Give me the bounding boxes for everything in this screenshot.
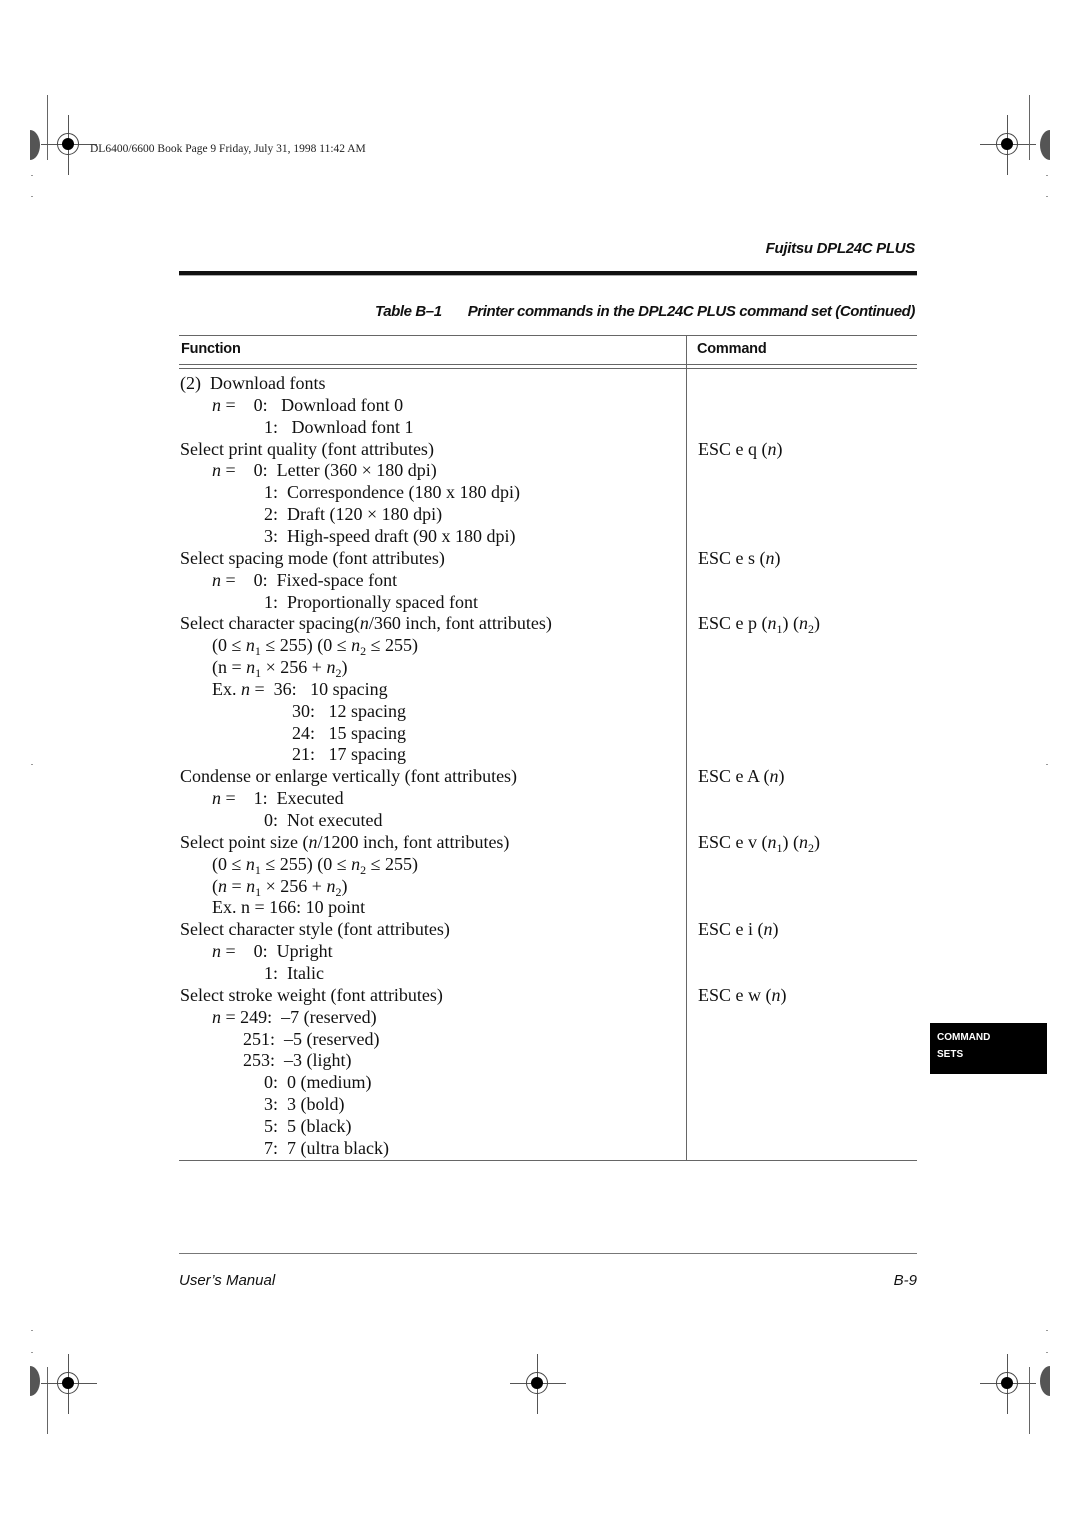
running-header-title: Fujitsu DPL24C PLUS [765, 240, 916, 257]
header-rule-shadow [179, 275, 917, 276]
footer-rule [179, 1253, 917, 1254]
crop-line [47, 1367, 48, 1434]
function-line: 0: 0 (medium) [264, 1072, 372, 1093]
function-line: 1: Correspondence (180 x 180 dpi) [264, 482, 520, 503]
function-line: 1: Proportionally spaced font [264, 591, 478, 612]
section-thumb-tab-line1: COMMAND [937, 1032, 991, 1043]
section-thumb-tab-line2: SETS [937, 1049, 964, 1060]
command-syntax: ESC e q (n) [698, 438, 783, 459]
table-column-divider [686, 335, 687, 1160]
registration-mark-icon [980, 115, 1036, 175]
registration-mark-icon [41, 115, 97, 175]
section-thumb-tab: COMMAND SETS [930, 1023, 1047, 1074]
crop-mark-shade-top-left [30, 130, 40, 160]
print-slug: DL6400/6600 Book Page 9 Friday, July 31,… [90, 143, 366, 155]
function-line: 30: 12 spacing [292, 700, 406, 721]
function-line: Select spacing mode (font attributes) [180, 547, 445, 568]
crop-mark-shade-bottom-left [30, 1366, 40, 1396]
edge-tick [31, 1330, 33, 1331]
footer-page-number: B-9 [893, 1272, 917, 1289]
function-line: (0 ≤ n1 ≤ 255) (0 ≤ n2 ≤ 255) [212, 635, 418, 659]
function-line: n = 0: Upright [212, 941, 333, 962]
function-line: 21: 17 spacing [292, 744, 406, 765]
crop-line [47, 95, 48, 160]
function-line: Ex. n = 36: 10 spacing [212, 678, 388, 699]
function-line: n = 0: Fixed-space font [212, 569, 398, 590]
table-caption-text: Printer commands in the DPL24C PLUS comm… [467, 303, 916, 320]
registration-mark-icon [980, 1354, 1036, 1414]
edge-tick [1046, 175, 1048, 176]
table-caption-number: Table B–1 [374, 303, 442, 320]
function-line: n = 0: Letter (360 × 180 dpi) [212, 460, 437, 481]
function-line: (0 ≤ n1 ≤ 255) (0 ≤ n2 ≤ 255) [212, 853, 418, 877]
function-line: Select character style (font attributes) [180, 919, 450, 940]
column-header-function: Function [181, 341, 241, 357]
function-line: Select point size (n/1200 inch, font att… [180, 831, 510, 852]
function-line: 253: –3 (light) [243, 1050, 352, 1071]
crop-line [1029, 1367, 1030, 1434]
function-line: n = 0: Download font 0 [212, 394, 404, 415]
command-syntax: ESC e p (n1) (n2) [698, 613, 820, 637]
function-line: 2: Draft (120 × 180 dpi) [264, 504, 443, 525]
command-syntax: ESC e A (n) [698, 766, 785, 787]
table-header-rule-double [179, 368, 917, 369]
function-line: 3: 3 (bold) [264, 1094, 345, 1115]
function-line: 251: –5 (reserved) [243, 1028, 380, 1049]
command-syntax: ESC e i (n) [698, 919, 779, 940]
registration-mark-icon [41, 1354, 97, 1414]
crop-mark-shade-bottom-right [1040, 1366, 1050, 1396]
edge-tick [31, 175, 33, 176]
function-line: (2) Download fonts [180, 373, 326, 393]
edge-tick [31, 196, 33, 197]
edge-tick [1046, 1352, 1048, 1353]
function-line: 3: High-speed draft (90 x 180 dpi) [264, 525, 516, 546]
crop-mark-shade-top-right [1040, 130, 1050, 160]
crop-line [1029, 95, 1030, 160]
edge-tick [31, 764, 33, 765]
function-line: n = 1: Executed [212, 788, 344, 809]
edge-tick [1046, 764, 1048, 765]
function-line: 1: Italic [264, 962, 324, 983]
footer-manual-title: User’s Manual [179, 1272, 276, 1289]
table-header-rule [179, 364, 917, 365]
registration-mark-icon [510, 1354, 566, 1414]
column-header-command: Command [697, 341, 767, 357]
table-bottom-rule [179, 1160, 917, 1161]
function-line: (n = n1 × 256 + n2) [212, 657, 348, 681]
function-line: 5: 5 (black) [264, 1115, 352, 1136]
table-caption: Table B–1 Printer commands in the DPL24C … [375, 303, 915, 320]
function-line: n = 249: –7 (reserved) [212, 1006, 377, 1027]
function-line: Condense or enlarge vertically (font att… [180, 766, 518, 787]
function-line: Select stroke weight (font attributes) [180, 984, 443, 1005]
command-syntax: ESC e v (n1) (n2) [698, 831, 820, 855]
edge-tick [1046, 196, 1048, 197]
edge-tick [31, 1352, 33, 1353]
command-syntax: ESC e s (n) [698, 547, 781, 568]
function-line: Ex. n = 166: 10 point [212, 897, 366, 918]
function-line: 0: Not executed [264, 810, 383, 830]
edge-tick [1046, 1330, 1048, 1331]
table-top-rule [179, 335, 917, 336]
function-line: (n = n1 × 256 + n2) [212, 875, 348, 899]
command-syntax: ESC e w (n) [698, 984, 787, 1005]
function-line: 24: 15 spacing [292, 722, 406, 743]
function-line: 1: Download font 1 [264, 416, 414, 437]
function-line: Select character spacing(n/360 inch, fon… [180, 613, 552, 634]
function-line: Select print quality (font attributes) [180, 438, 434, 459]
function-line: 7: 7 (ultra black) [264, 1137, 389, 1158]
